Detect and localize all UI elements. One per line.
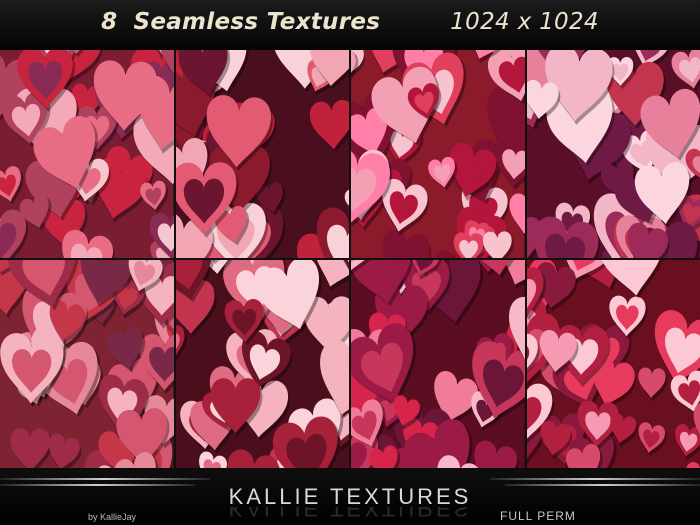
hearts-pattern xyxy=(351,50,525,258)
footer-stripe-right xyxy=(490,478,700,480)
footer-stripe-left xyxy=(0,478,210,480)
hearts-pattern xyxy=(526,260,700,468)
hearts-pattern xyxy=(351,260,525,468)
texture-tile xyxy=(175,50,349,258)
texture-tile xyxy=(351,260,525,468)
texture-tile xyxy=(526,50,700,258)
hearts-pattern xyxy=(0,50,174,258)
hearts-pattern xyxy=(0,260,174,468)
texture-grid xyxy=(0,50,700,468)
texture-tile xyxy=(0,50,174,258)
title-text: Seamless Textures xyxy=(133,9,381,35)
hearts-pattern xyxy=(175,50,349,258)
texture-count: 8 xyxy=(101,9,118,35)
permission-label: FULL PERM xyxy=(500,509,576,523)
texture-tile xyxy=(175,260,349,468)
hearts-pattern xyxy=(175,260,349,468)
title: 8 Seamless Textures 1024 x 1024 xyxy=(0,9,700,35)
texture-tile xyxy=(526,260,700,468)
texture-tile xyxy=(0,260,174,468)
texture-tile xyxy=(351,50,525,258)
hearts-pattern xyxy=(526,50,700,258)
byline: by KallieJay xyxy=(88,512,137,522)
header-bar: 8 Seamless Textures 1024 x 1024 xyxy=(0,0,700,50)
texture-dimensions: 1024 x 1024 xyxy=(450,9,599,35)
